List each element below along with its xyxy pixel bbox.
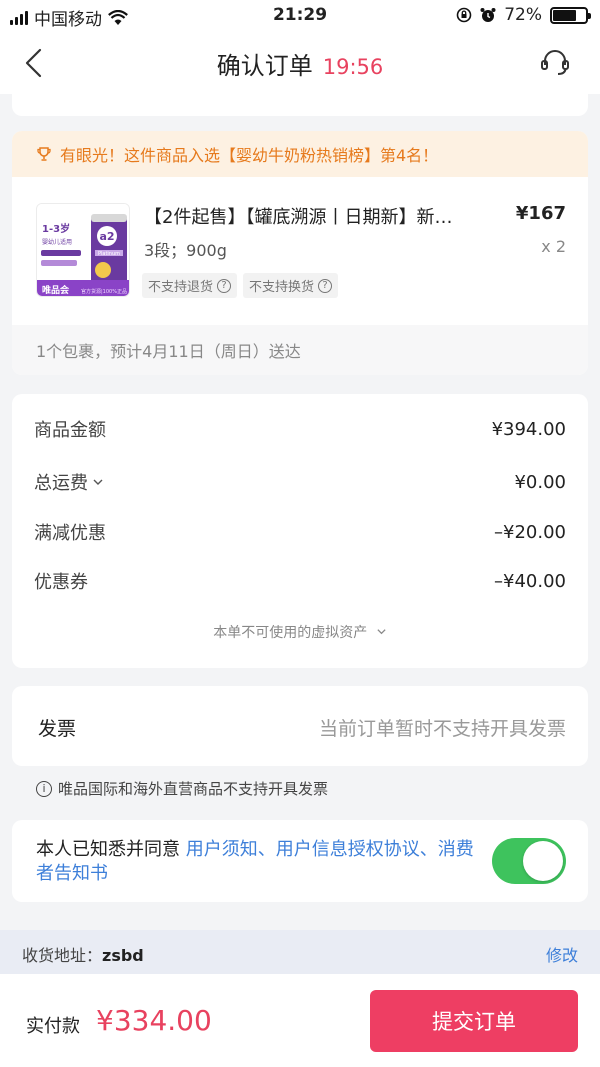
product-item[interactable]: a2 Platinum 1-3岁 婴幼儿适用 唯品会 官方货源|100%正品 【… [12,177,588,325]
toggle-knob [523,841,563,881]
svg-text:1-3岁: 1-3岁 [42,222,70,235]
product-spec: 3段；900g [144,241,227,260]
no-return-tag[interactable]: 不支持退货? [142,273,238,298]
product-image[interactable]: a2 Platinum 1-3岁 婴幼儿适用 唯品会 官方货源|100%正品 [36,203,130,297]
milk-powder-can-image: a2 Platinum 1-3岁 婴幼儿适用 唯品会 官方货源|100%正品 [37,204,129,296]
virtual-assets-text: 本单不可使用的虚拟资产 [213,625,368,641]
battery-percent: 72% [504,5,542,25]
delivery-estimate: 1个包裹，预计4月11日（周日）送达 [12,325,588,375]
svg-text:唯品会: 唯品会 [42,284,70,296]
full-reduction-value: –¥20.00 [494,521,566,543]
invoice-notice: i 唯品国际和海外直营商品不支持开具发票 [36,778,328,799]
question-mark-icon: ? [217,278,232,293]
agreement-card: 本人已知悉并同意 用户须知、用户信息授权协议、消费者告知书 [12,820,588,902]
coupon-row[interactable]: 优惠券 –¥40.00 [34,566,566,596]
address-label-wrap: 收货地址：zsbd [22,942,144,966]
status-bar: 中国移动 21:29 72% [0,0,600,32]
paid-label: 实付款 [26,1016,80,1037]
shipping-fee-label: 总运费 [34,473,88,494]
page-title: 确认订单 19:56 [0,46,600,81]
full-reduction-row: 满减优惠 –¥20.00 [34,517,566,547]
address-label: 收货地址： [22,946,103,965]
rotation-lock-icon [456,7,472,23]
submit-order-button[interactable]: 提交订单 [370,990,578,1052]
service-tags: 不支持退货? 不支持换货? [142,273,339,298]
product-quantity: x 2 [541,237,566,256]
invoice-label: 发票 [38,718,77,740]
full-reduction-label: 满减优惠 [34,523,106,544]
shipping-fee-value: ¥0.00 [514,471,566,493]
chevron-down-icon [93,479,103,485]
shipping-fee-label-wrap: 总运费 [34,469,104,495]
chevron-down-icon [377,629,386,635]
product-price: ¥167 [515,203,566,224]
agreement-prefix: 本人已知悉并同意 [36,839,180,860]
amount-summary-card: 商品金额 ¥394.00 总运费 ¥0.00 满减优惠 –¥20.00 优惠券 … [12,394,588,668]
navigation-bar: 确认订单 19:56 [0,32,600,94]
checkout-bar: 实付款 ¥334.00 提交订单 [0,974,600,1067]
paid-amount: ¥334.00 [96,1004,212,1037]
info-icon: i [36,780,52,797]
page-title-text: 确认订单 [216,52,313,80]
question-mark-icon: ? [318,278,333,293]
product-card: 有眼光！这件商品入选【婴幼牛奶粉热销榜】第4名！ a2 Platinum 1-3… [12,131,588,375]
alarm-icon [480,8,496,22]
coupon-label: 优惠券 [34,572,88,593]
svg-text:Platinum: Platinum [98,251,120,257]
svg-text:婴幼儿适用: 婴幼儿适用 [42,238,72,246]
trophy-icon [37,147,51,161]
shipping-address-bar: 收货地址：zsbd 修改 [0,930,600,974]
address-value: zsbd [102,946,144,965]
goods-amount-value: ¥394.00 [491,418,566,440]
svg-text:a2: a2 [99,230,114,243]
agreement-toggle[interactable] [492,838,566,884]
address-card-bottom [12,94,588,116]
hot-rank-text: 有眼光！这件商品入选【婴幼牛奶粉热销榜】第4名！ [60,146,439,165]
shipping-fee-row[interactable]: 总运费 ¥0.00 [34,467,566,497]
no-exchange-tag-label: 不支持换货 [249,280,315,295]
no-exchange-tag[interactable]: 不支持换货? [243,273,339,298]
goods-amount-label: 商品金额 [34,420,106,441]
svg-text:官方货源|100%正品: 官方货源|100%正品 [81,288,127,295]
product-name[interactable]: 【2件起售】【罐底溯源丨日期新】新… [144,203,504,229]
agreement-text: 本人已知悉并同意 用户须知、用户信息授权协议、消费者告知书 [36,838,476,886]
edit-address-link[interactable]: 修改 [546,942,578,966]
battery-icon [550,6,591,24]
coupon-value: –¥40.00 [494,570,566,592]
invoice-notice-text: 唯品国际和海外直营商品不支持开具发票 [58,780,329,798]
unusable-virtual-assets-toggle[interactable]: 本单不可使用的虚拟资产 [12,622,588,642]
payment-countdown: 19:56 [322,55,384,79]
invoice-status: 当前订单暂时不支持开具发票 [318,718,566,740]
customer-service-headset-icon[interactable] [538,46,572,80]
goods-amount-row: 商品金额 ¥394.00 [34,414,566,444]
no-return-tag-label: 不支持退货 [148,280,214,295]
battery-fill [553,9,577,21]
invoice-card: 发票 当前订单暂时不支持开具发票 [12,686,588,766]
hot-rank-banner: 有眼光！这件商品入选【婴幼牛奶粉热销榜】第4名！ [12,131,588,177]
